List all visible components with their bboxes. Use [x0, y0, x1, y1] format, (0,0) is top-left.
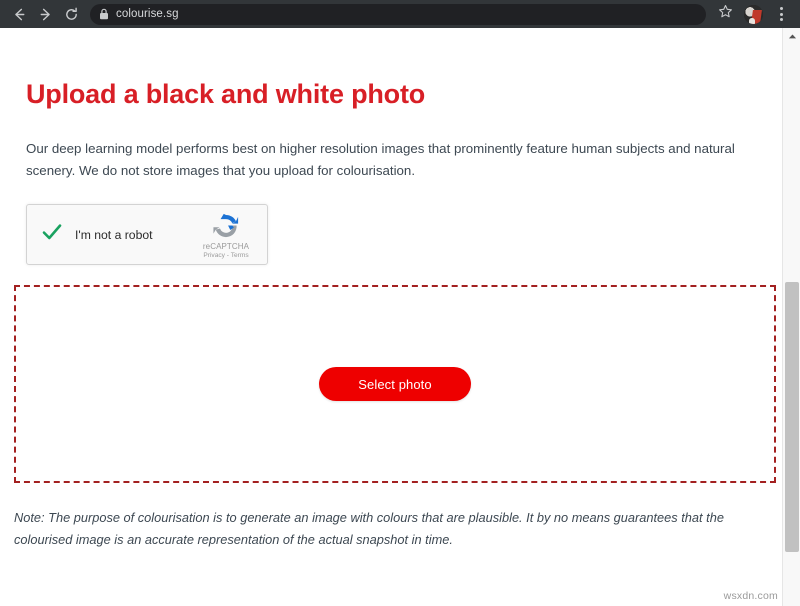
arrow-left-icon [12, 7, 27, 22]
recaptcha-brand-text: reCAPTCHA [202, 241, 250, 251]
recaptcha-label: I'm not a robot [75, 227, 153, 242]
scrollbar-thumb[interactable] [785, 282, 799, 552]
page-title: Upload a black and white photo [26, 79, 426, 109]
forward-button[interactable] [32, 1, 58, 27]
select-photo-button[interactable]: Select photo [319, 367, 471, 402]
profile-avatar [743, 4, 763, 24]
lock-icon [99, 8, 109, 20]
page-content: Upload a black and white photo Our deep … [0, 28, 782, 606]
toolbar-actions [712, 1, 794, 27]
watermark: wsxdn.com [723, 590, 778, 602]
address-bar[interactable]: colourise.sg [90, 3, 706, 25]
scroll-up-button[interactable] [783, 28, 800, 44]
recaptcha-branding: reCAPTCHA Privacy - Terms [195, 211, 257, 259]
intro-paragraph: Our deep learning model performs best on… [26, 140, 735, 179]
bookmark-button[interactable] [712, 1, 738, 27]
profile-button[interactable] [740, 1, 766, 27]
green-checkmark-icon [40, 220, 64, 249]
arrow-right-icon [38, 7, 53, 22]
browser-window: colourise.sg Upload a black and white ph… [0, 0, 800, 606]
reload-button[interactable] [58, 1, 84, 27]
back-button[interactable] [6, 1, 32, 27]
recaptcha-terms-link[interactable]: Privacy - Terms [203, 252, 248, 259]
page-viewport: Upload a black and white photo Our deep … [0, 28, 800, 606]
reload-icon [64, 7, 79, 22]
recaptcha-widget[interactable]: I'm not a robot reCAPTCHA Privacy - Term… [26, 204, 268, 266]
scroll-up-arrow-icon [788, 27, 797, 45]
vertical-scrollbar[interactable] [782, 28, 800, 606]
star-icon [718, 4, 733, 24]
browser-menu-button[interactable] [768, 1, 794, 27]
browser-toolbar: colourise.sg [0, 0, 800, 28]
recaptcha-checkbox[interactable] [39, 222, 65, 248]
photo-dropzone[interactable]: Select photo [14, 285, 776, 484]
disclaimer-note: Note: The purpose of colourisation is to… [14, 510, 724, 548]
address-bar-url: colourise.sg [116, 8, 179, 20]
recaptcha-logo-icon [211, 211, 241, 241]
three-dot-menu-icon [779, 7, 783, 21]
